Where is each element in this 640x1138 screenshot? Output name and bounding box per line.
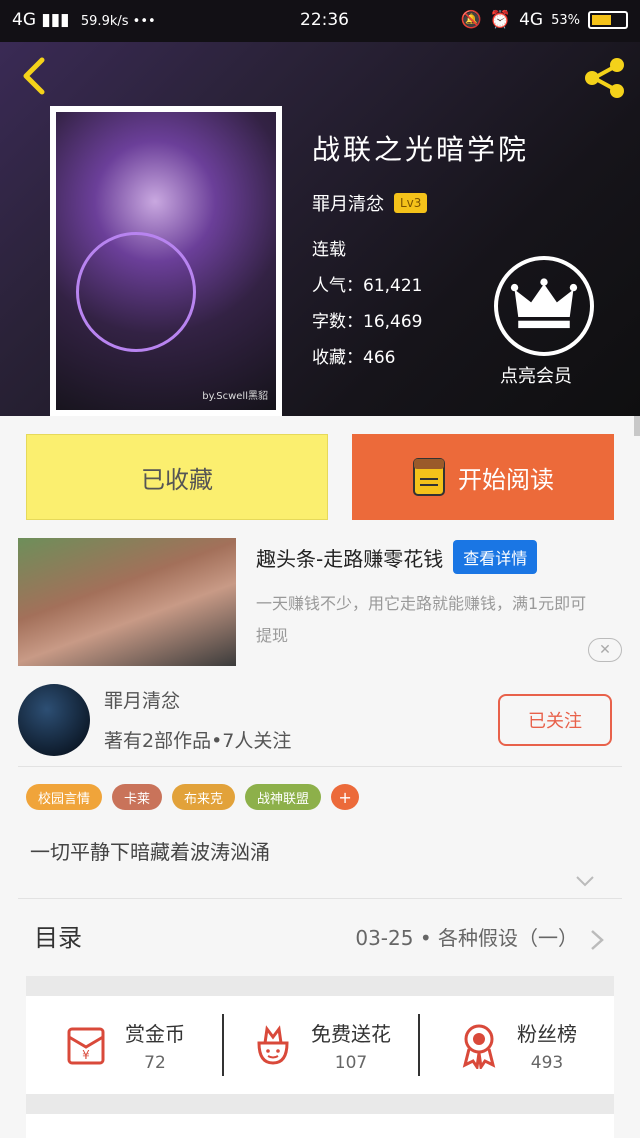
ad-banner[interactable]: 趣头条-走路赚零花钱 查看详情 一天赚钱不少，用它走路就能赚钱，满1元即可提现 … — [0, 532, 640, 678]
clock: 22:36 — [300, 10, 349, 30]
reward-label: 赏金币 — [125, 1021, 185, 1046]
flower-icon — [257, 1025, 289, 1065]
tag-list: 校园言情 卡莱 布来克 战神联盟 + — [26, 784, 360, 810]
avatar[interactable] — [18, 684, 90, 756]
ad-thumbnail[interactable] — [18, 538, 236, 666]
alarm-icon: ⏰ — [489, 10, 512, 30]
ad-detail-button[interactable]: 查看详情 — [453, 540, 538, 574]
book-author-row: 罪月清忿 Lv3 — [312, 190, 529, 216]
tag-4[interactable]: 战神联盟 — [245, 784, 322, 810]
ad-description: 一天赚钱不少，用它走路就能赚钱，满1元即可提现 — [256, 594, 587, 645]
mute-icon: 🔕 — [460, 10, 482, 30]
section-separator-2 — [26, 1094, 614, 1114]
red-envelope-icon: ¥ — [67, 1027, 105, 1065]
vip-label[interactable]: 点亮会员 — [500, 362, 572, 388]
fan-ranking[interactable]: 粉丝榜 493 — [418, 996, 614, 1094]
toc-label: 目录 — [34, 924, 82, 952]
status-bar: 4G ▮▮▮ 59.9k/s ••• 22:36 🔕 ⏰ 4G 53% — [0, 0, 640, 42]
net-speed: 59.9k/s ••• — [80, 14, 156, 29]
share-icon[interactable] — [580, 54, 628, 102]
latest-chapter: 03-25 • 各种假设（一） — [355, 926, 578, 950]
divider — [18, 898, 622, 899]
collected-button[interactable]: 已收藏 — [26, 434, 328, 520]
add-tag-button[interactable]: + — [331, 784, 360, 810]
book-cover[interactable]: by.Scwell黑貂 — [50, 106, 282, 416]
free-flowers[interactable]: 免费送花 107 — [222, 996, 418, 1094]
flowers-label: 免费送花 — [311, 1021, 391, 1046]
next-section-row — [26, 1114, 614, 1138]
author-name: 罪月清忿 — [104, 690, 181, 712]
tag-3[interactable]: 布来克 — [172, 784, 236, 810]
battery-percent: 53% — [551, 12, 580, 28]
author-works: 著有2部作品•7人关注 — [104, 730, 292, 752]
network-indicator: 4G — [12, 10, 36, 30]
network-indicator-2: 4G — [519, 10, 544, 30]
start-reading-button[interactable]: 开始阅读 — [352, 434, 614, 520]
book-title: 战联之光暗学院 — [312, 133, 530, 166]
status-right: 🔕 ⏰ 4G 53% — [461, 10, 628, 30]
status-left: 4G ▮▮▮ 59.9k/s ••• — [12, 10, 156, 30]
book-icon — [413, 458, 445, 496]
chevron-right-icon — [591, 930, 604, 950]
book-intro: 一切平静下暗藏着波涛汹涌 — [30, 840, 270, 864]
tag-1[interactable]: 校园言情 — [26, 784, 103, 810]
fans-label: 粉丝榜 — [517, 1021, 577, 1046]
medal-icon — [462, 1024, 496, 1069]
book-author[interactable]: 罪月清忿 — [312, 190, 384, 216]
book-header: by.Scwell黑貂 战联之光暗学院 罪月清忿 Lv3 连载 人气：61,42… — [0, 42, 640, 416]
reward-coins[interactable]: ¥ 赏金币 72 — [26, 996, 222, 1094]
section-separator — [26, 976, 614, 996]
ad-header: 趣头条-走路赚零花钱 查看详情 — [256, 540, 538, 574]
start-reading-label: 开始阅读 — [458, 465, 554, 494]
battery-icon — [588, 11, 628, 29]
back-icon[interactable] — [18, 56, 54, 96]
book-status: 连载 — [312, 240, 346, 260]
follow-button[interactable]: 已关注 — [498, 694, 612, 746]
book-collections: 收藏：466 — [312, 348, 396, 368]
ad-headline[interactable]: 趣头条-走路赚零花钱 — [256, 543, 443, 572]
fans-value: 493 — [530, 1052, 564, 1073]
magic-circle — [76, 232, 196, 352]
svg-text:¥: ¥ — [82, 1048, 90, 1062]
cover-art: by.Scwell黑貂 — [56, 112, 276, 410]
stats-row: ¥ 赏金币 72 免费送花 107 粉丝榜 493 — [26, 996, 614, 1094]
reward-value: 72 — [144, 1052, 166, 1073]
crown-icon[interactable] — [494, 256, 594, 356]
author-card[interactable]: 罪月清忿 著有2部作品•7人关注 已关注 — [0, 680, 640, 766]
book-info: 战联之光暗学院 罪月清忿 Lv3 连载 人气：61,421 字数：16,469 … — [312, 128, 529, 376]
signal-icon: ▮▮▮ — [41, 10, 70, 30]
cover-caption: by.Scwell黑貂 — [202, 391, 268, 402]
divider — [18, 766, 622, 767]
flowers-value: 107 — [334, 1052, 368, 1073]
tag-2[interactable]: 卡莱 — [112, 784, 163, 810]
ad-close-button[interactable]: ✕ — [588, 638, 622, 662]
level-badge: Lv3 — [394, 193, 428, 213]
chevron-down-icon[interactable] — [574, 870, 596, 892]
scrollbar[interactable] — [634, 416, 640, 436]
table-of-contents-row[interactable]: 目录 03-25 • 各种假设（一） — [0, 900, 640, 974]
